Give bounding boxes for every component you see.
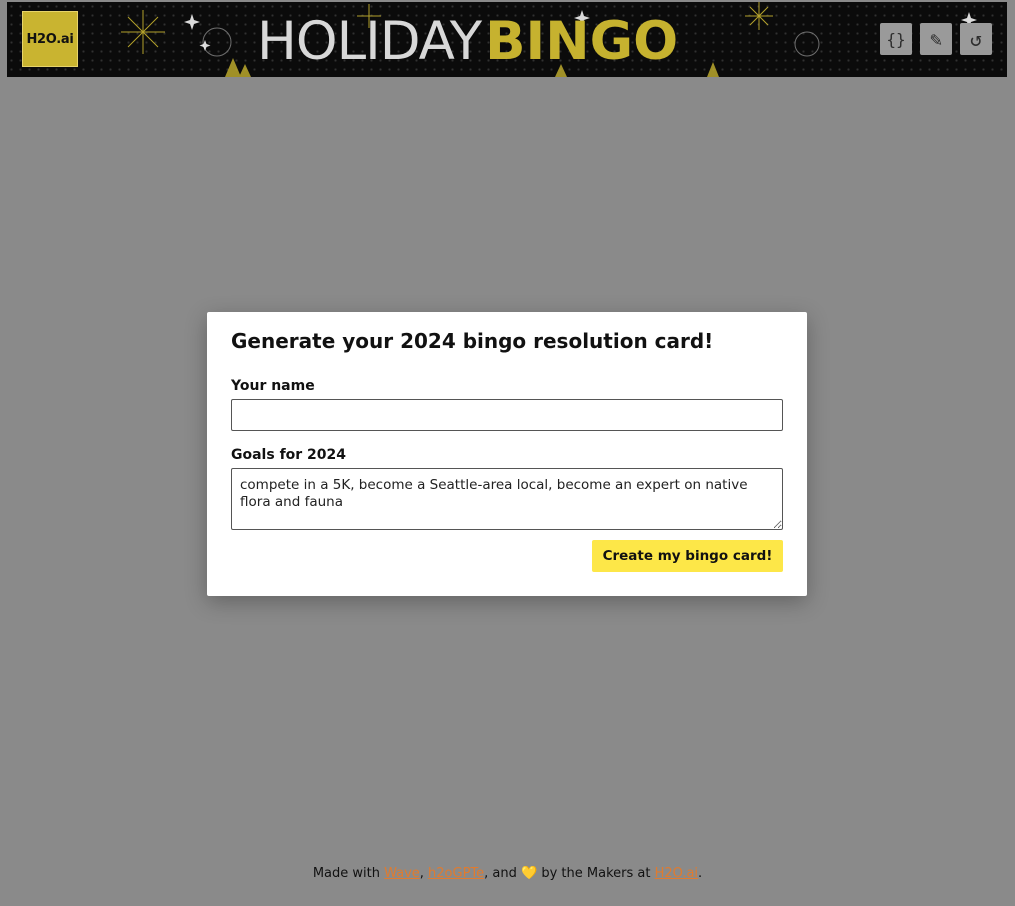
footer: Made with Wave, h2oGPTe, and 💛 by the Ma… (0, 866, 1015, 881)
modal-overlay: Generate your 2024 bingo resolution card… (0, 0, 1015, 906)
h2oai-link[interactable]: H2O.ai (655, 866, 698, 881)
footer-end: . (698, 866, 703, 881)
resolution-dialog: Generate your 2024 bingo resolution card… (207, 312, 807, 596)
goals-label: Goals for 2024 (231, 447, 347, 463)
create-bingo-card-button[interactable]: Create my bingo card! (592, 540, 783, 572)
goals-textarea[interactable]: compete in a 5K, become a Seattle-area l… (231, 468, 783, 530)
h2ogpte-link[interactable]: h2oGPTe (428, 866, 484, 881)
dialog-title: Generate your 2024 bingo resolution card… (231, 329, 714, 353)
name-input[interactable] (231, 399, 783, 431)
footer-sep1: , (419, 866, 429, 881)
heart-icon: 💛 (521, 866, 538, 881)
footer-mid: by the Makers at (537, 866, 655, 881)
footer-sep2: , and (484, 866, 522, 881)
wave-link[interactable]: Wave (384, 866, 420, 881)
name-label: Your name (231, 378, 315, 394)
footer-prefix: Made with (312, 866, 385, 881)
